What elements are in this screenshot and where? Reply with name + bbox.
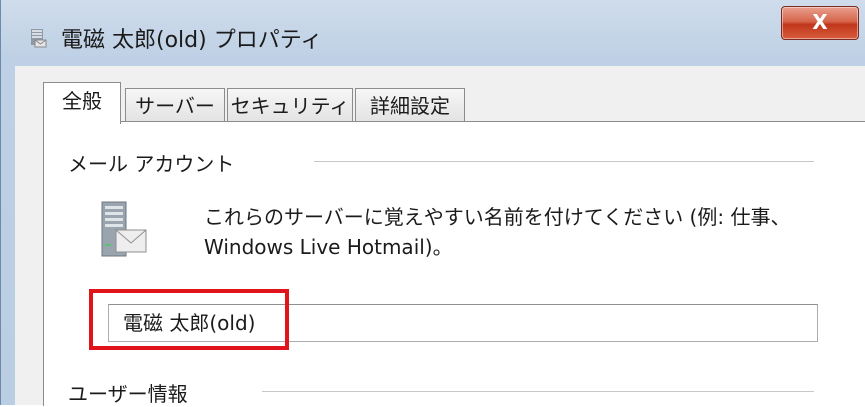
mail-account-description: これらのサーバーに覚えやすい名前を付けてください (例: 仕事、Windows …	[204, 205, 791, 259]
tab-security[interactable]: セキュリティ	[227, 88, 353, 122]
properties-window: 電磁 太郎(old) プロパティ X 全般 サーバー セキュリティ 詳細設定 メ…	[0, 0, 865, 406]
account-properties-icon	[29, 28, 47, 48]
title-bar[interactable]: 電磁 太郎(old) プロパティ X	[1, 0, 865, 66]
close-icon: X	[812, 10, 828, 34]
mail-server-icon	[98, 200, 148, 260]
dialog-client-area: 全般 サーバー セキュリティ 詳細設定 メール アカウント これらのサーバーに覚…	[15, 66, 865, 406]
tab-servers[interactable]: サーバー	[125, 88, 225, 122]
mail-account-group-divider	[314, 161, 814, 162]
user-info-group-label: ユーザー情報	[68, 382, 188, 406]
tab-general[interactable]: 全般	[43, 82, 121, 124]
mail-account-group-label: メール アカウント	[68, 152, 235, 176]
window-title: 電磁 太郎(old) プロパティ	[61, 28, 323, 53]
tab-advanced[interactable]: 詳細設定	[355, 88, 465, 122]
tab-panel-general: メール アカウント これらのサーバーに覚えやすい名前を付けてください (例: 仕…	[43, 121, 865, 406]
user-info-group-divider	[262, 391, 814, 392]
account-name-input[interactable]	[108, 304, 818, 342]
close-button[interactable]: X	[781, 6, 859, 40]
